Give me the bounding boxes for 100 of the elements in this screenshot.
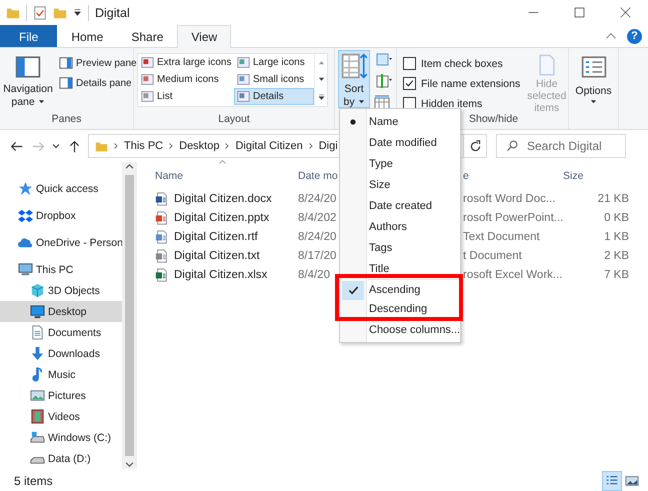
group-label: Panes [50,113,82,127]
down-arrow-icon [30,346,45,361]
nav-item[interactable]: Quick access [0,178,122,199]
menu-item[interactable]: Title [340,258,460,279]
scroll-down-icon[interactable] [318,76,324,84]
column-header[interactable]: e [463,170,469,182]
menu-item[interactable]: Authors [340,216,460,237]
file-name[interactable]: Digital Citizen.docx [174,192,272,204]
menu-item[interactable]: Date modified [340,132,460,153]
layout-option[interactable]: Small icons [234,71,314,88]
back-button[interactable] [8,140,24,152]
music-note-icon [30,367,45,382]
scrollbar[interactable] [122,162,137,469]
sort-columns-icon [341,53,367,79]
computer-icon [18,262,33,277]
menu-item[interactable]: Size [340,174,460,195]
refresh-button[interactable] [463,134,487,158]
help-button[interactable]: ? [627,28,642,44]
nav-item[interactable]: Pictures [0,385,122,406]
breadcrumb[interactable]: Digi [318,140,338,152]
nav-item[interactable]: This PC [0,259,122,280]
drive-icon [30,430,45,445]
ribbon-tab[interactable]: Home [57,25,118,47]
expand-icon[interactable] [318,94,324,101]
caret-down-icon[interactable] [73,8,82,17]
pane-layout-icon [15,54,41,80]
scroll-up-icon[interactable] [318,59,324,66]
date-cell-text: 8/24/20 [298,230,338,242]
date-cell-text: 8/24/20 [298,192,338,204]
nav-item[interactable]: Dropbox [0,205,122,226]
group-by-icon[interactable] [374,52,394,68]
options-button[interactable]: Options [572,51,615,129]
checkmark-icon [348,285,358,296]
nav-item[interactable]: Data (D:) [0,448,122,469]
option-checkbox-label: File name extensions [403,77,520,90]
pane-icon [59,56,73,70]
breadcrumb[interactable]: Desktop [179,140,220,152]
sort-ascending-icon [217,158,228,166]
file-tab[interactable]: File [0,25,58,47]
ribbon-tab[interactable]: Share [117,25,178,47]
column-header[interactable]: Size [559,170,584,182]
spreadsheet-icon [155,268,169,282]
menu-item[interactable]: Tags [340,237,460,258]
checklist-icon[interactable] [33,6,47,20]
chevron-down-icon [52,142,60,150]
document-icon [155,210,169,224]
folder-icon [6,6,20,20]
nav-item[interactable]: Desktop [0,301,122,322]
nav-item[interactable]: Windows (C:) [0,427,122,448]
column-header[interactable]: Date mo [298,170,338,182]
menu-item[interactable]: Date created [340,195,460,216]
layout-option[interactable]: Details [234,88,314,105]
nav-item[interactable]: Videos [0,406,122,427]
chevron-right-icon [167,141,176,151]
sort-by-button[interactable]: Sort by [338,50,370,108]
type-cell-text: rosoft Word Doc... [463,192,556,204]
date-cell-text: 8/4/202 [298,212,338,224]
checkbox[interactable] [403,57,416,70]
checkbox[interactable] [403,77,416,90]
search-icon [506,140,518,152]
menu-item[interactable]: Name [340,111,460,132]
menu-item[interactable]: Ascending [340,280,460,299]
file-name[interactable]: Digital Citizen.rtf [174,230,258,242]
bullet-icon [350,118,356,124]
nav-item[interactable]: 3D Objects [0,280,122,301]
search-field[interactable]: Search Digital [496,134,626,158]
column-header[interactable]: Name [155,170,184,182]
view-icon [237,56,250,69]
view-icon [141,90,154,103]
document-icon [155,192,169,206]
file-name[interactable]: Digital Citizen.txt [174,250,260,262]
breadcrumb[interactable]: This PC [124,140,164,152]
navigation-pane-button[interactable]: Navigation pane [3,51,53,113]
picture-icon [625,474,639,488]
layout-option[interactable]: Medium icons [138,71,234,88]
up-arrow-icon [68,140,80,152]
breadcrumb[interactable]: Digital Citizen [235,140,303,152]
folder-icon [95,140,108,152]
layout-option[interactable]: List [138,88,234,105]
file-name[interactable]: Digital Citizen.pptx [174,212,270,224]
nav-item[interactable]: OneDrive - Person [0,232,122,253]
menu-item[interactable]: Descending [340,299,460,318]
details-view-button[interactable] [602,470,622,490]
group-label: Show/hide [468,113,520,127]
file-name[interactable]: Digital Citizen.xlsx [174,268,268,280]
menu-item[interactable]: Choose columns... [340,319,460,340]
nav-item[interactable]: Music [0,364,122,385]
film-icon [30,409,45,424]
layout-option[interactable]: Extra large icons [138,54,234,71]
nav-item[interactable]: Downloads [0,343,122,364]
fit-columns-icon[interactable] [374,94,390,110]
nav-item[interactable]: Documents [0,322,122,343]
recent-locations-button[interactable] [52,142,60,150]
document-icon [30,325,45,340]
chevron-right-icon [306,141,315,151]
option-checkbox-label: Item check boxes [403,57,520,70]
type-cell-text: t Document [463,250,523,262]
layout-option[interactable]: Large icons [234,54,314,71]
add-columns-icon[interactable] [374,73,394,89]
ribbon-tab[interactable]: View [177,25,232,48]
